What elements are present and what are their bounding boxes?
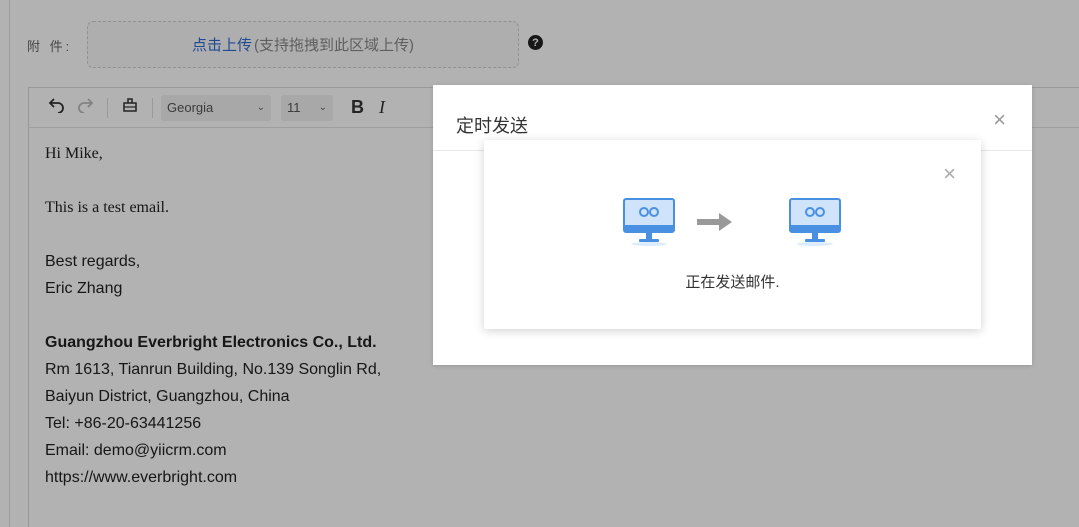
- arrow-right-icon: [697, 213, 732, 231]
- close-icon[interactable]: ×: [993, 107, 1006, 133]
- schedule-dialog-title: 定时发送: [456, 116, 528, 136]
- monitor-icon: [623, 198, 675, 246]
- sending-status: 正在发送邮件.: [685, 274, 780, 291]
- monitor-icon: [789, 198, 841, 246]
- close-icon[interactable]: ×: [943, 161, 956, 187]
- sending-popup: × 正在发送邮件.: [484, 140, 981, 329]
